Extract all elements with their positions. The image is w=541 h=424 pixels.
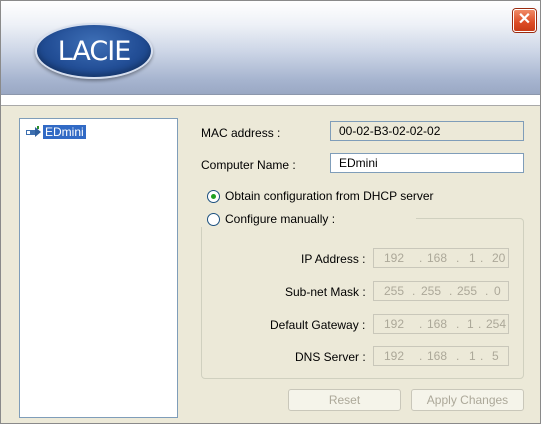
computer-name-input[interactable]: EDmini: [330, 153, 524, 173]
ip-address-label: IP Address :: [301, 252, 366, 266]
network-icon: [26, 126, 41, 137]
dns-octet-2: 168: [427, 349, 448, 363]
gateway-octet-4: 254: [486, 317, 507, 331]
dns-octet-4: 5: [492, 349, 499, 363]
manual-radio[interactable]: [207, 213, 220, 226]
default-gateway-field: 192 . 168 . 1 . 254: [373, 314, 509, 334]
dns-server-label: DNS Server :: [295, 350, 366, 364]
header-strip: [1, 95, 540, 106]
ip-address-field: 192 . 168 . 1 . 20: [373, 248, 509, 268]
reset-button[interactable]: Reset: [288, 389, 401, 411]
close-button[interactable]: ✕: [513, 9, 536, 32]
computer-name-label: Computer Name :: [201, 158, 296, 172]
manual-label: Configure manually :: [225, 212, 336, 226]
apply-changes-button[interactable]: Apply Changes: [411, 389, 524, 411]
gateway-octet-2: 168: [427, 317, 448, 331]
logo-text: LACIE: [57, 35, 132, 67]
mask-octet-4: 0: [494, 284, 501, 298]
default-gateway-label: Default Gateway :: [270, 318, 366, 332]
ip-octet-2: 168: [427, 251, 448, 265]
subnet-mask-field: 255 . 255 . 255 . 0: [373, 281, 509, 301]
lacie-logo: LACIE: [35, 23, 153, 79]
gateway-octet-1: 192: [384, 317, 405, 331]
dns-server-field: 192 . 168 . 1 . 5: [373, 346, 509, 366]
dns-octet-3: 1: [469, 349, 476, 363]
subnet-mask-label: Sub-net Mask :: [285, 285, 366, 299]
dns-octet-1: 192: [384, 349, 405, 363]
device-tree[interactable]: EDmini: [19, 118, 178, 418]
ip-octet-3: 1: [469, 251, 476, 265]
ip-octet-4: 20: [492, 251, 506, 265]
dhcp-label: Obtain configuration from DHCP server: [225, 189, 434, 203]
window-header: LACIE ✕: [1, 1, 540, 94]
mac-address-field: 00-02-B3-02-02-02: [330, 121, 524, 141]
dhcp-radio[interactable]: [207, 190, 220, 203]
mask-octet-2: 255: [421, 284, 442, 298]
mac-address-label: MAC address :: [201, 126, 281, 140]
mask-octet-1: 255: [384, 284, 405, 298]
mask-octet-3: 255: [457, 284, 478, 298]
tree-item-label: EDmini: [43, 125, 86, 139]
gateway-octet-3: 1: [467, 317, 474, 331]
tree-item-edmini[interactable]: EDmini: [26, 125, 86, 139]
ip-octet-1: 192: [384, 251, 405, 265]
